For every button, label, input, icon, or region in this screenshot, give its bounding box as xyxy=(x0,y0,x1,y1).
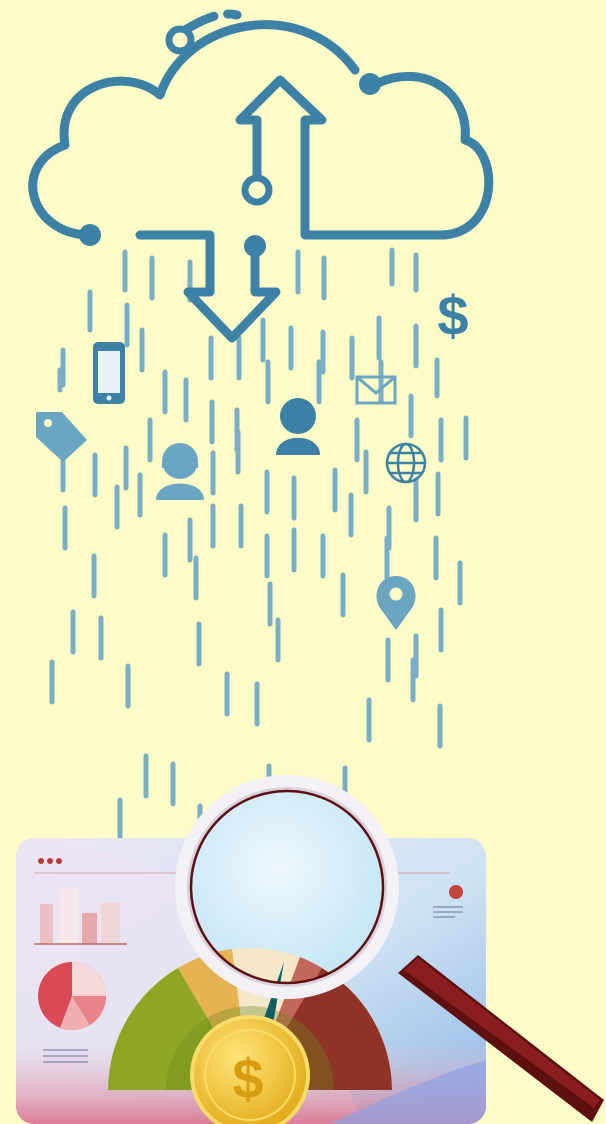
cloud-circuit-nodes xyxy=(79,25,381,257)
dollar-sign-icon: $ xyxy=(437,284,468,347)
mail-icon xyxy=(355,375,397,405)
globe-icon xyxy=(385,442,427,484)
map-pin-icon xyxy=(376,576,416,630)
illustration: $ $ xyxy=(16,9,604,1124)
price-tag-icon xyxy=(36,412,87,462)
user-female-icon xyxy=(156,443,204,500)
status-dot xyxy=(449,885,463,899)
window-dots xyxy=(38,858,62,864)
pie-chart-icon xyxy=(38,962,107,1031)
user-male-icon xyxy=(276,398,320,455)
smartphone-icon xyxy=(93,342,125,404)
coin-symbol: $ xyxy=(232,1047,263,1110)
data-stream-lines xyxy=(49,247,469,841)
